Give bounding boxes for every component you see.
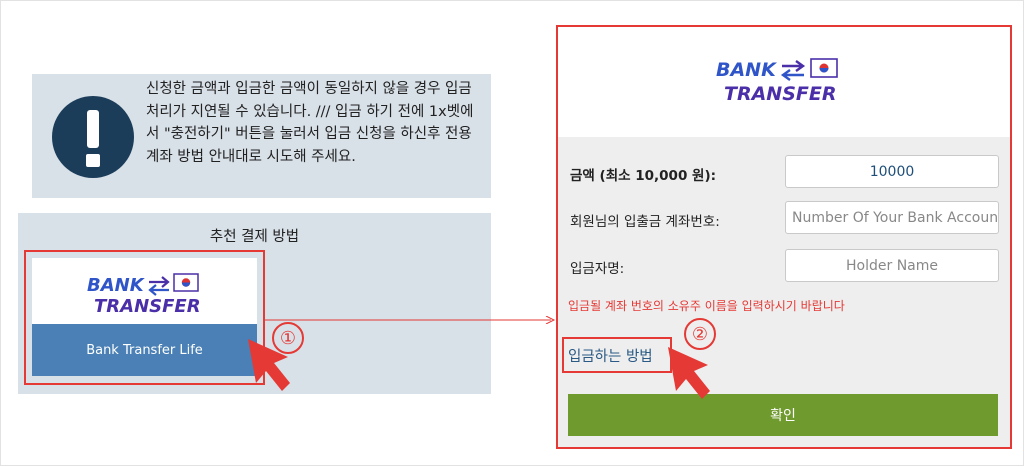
cursor-pointer-icon (248, 339, 290, 391)
exclamation-bar (87, 110, 99, 148)
notice-text: 신청한 금액과 입금한 금액이 동일하지 않을 경우 입금처리가 지연될 수 있… (146, 81, 474, 165)
recommended-methods-title: 추천 결제 방법 (209, 229, 300, 245)
exclamation-dot (86, 154, 100, 167)
exclamation-icon (52, 96, 134, 178)
highlight-box-method (24, 250, 265, 385)
highlight-box-form (556, 25, 1012, 449)
cursor-pointer-icon (668, 347, 710, 399)
notice-panel: 신청한 금액과 입금한 금액이 동일하지 않을 경우 입금처리가 지연될 수 있… (32, 74, 491, 198)
connector-arrow (265, 316, 556, 324)
